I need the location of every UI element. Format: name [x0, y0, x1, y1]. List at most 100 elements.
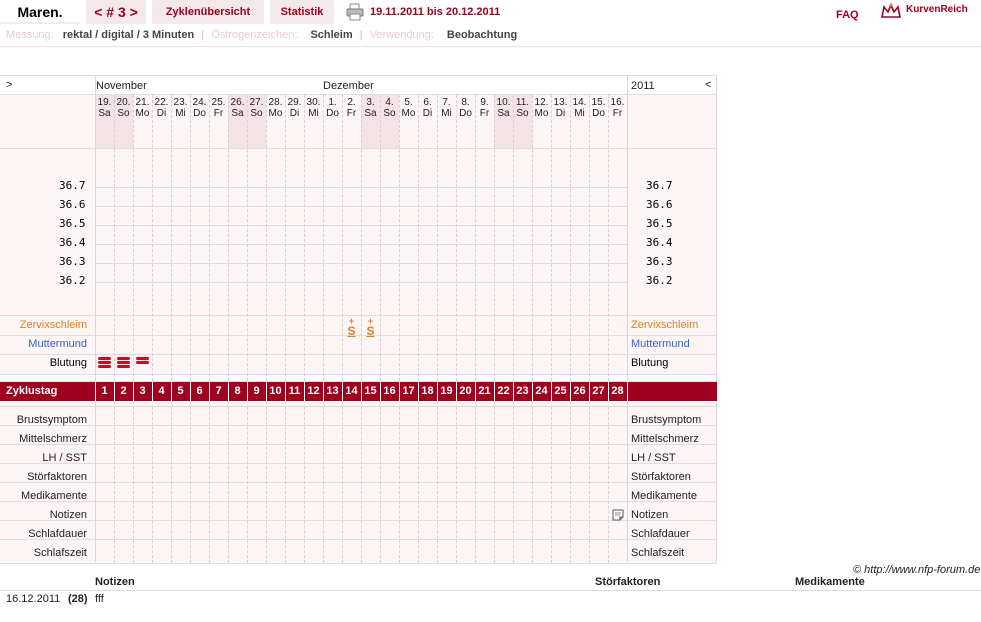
- day-header[interactable]: 1. Do: [323, 97, 342, 119]
- day-header[interactable]: 2. Fr: [342, 97, 361, 119]
- cycle-day-number[interactable]: 19: [437, 382, 456, 401]
- day-header[interactable]: 3. Sa: [361, 97, 380, 119]
- day-header[interactable]: 25. Fr: [209, 97, 228, 119]
- day-header[interactable]: 4. So: [380, 97, 399, 119]
- cycle-day-divider: [456, 382, 457, 401]
- day-header[interactable]: 27. So: [247, 97, 266, 119]
- printer-icon[interactable]: [345, 3, 365, 21]
- day-header[interactable]: 24. Do: [190, 97, 209, 119]
- note-icon[interactable]: [612, 509, 624, 521]
- cycle-day-number[interactable]: 1: [95, 382, 114, 401]
- day-header[interactable]: 7. Mi: [437, 97, 456, 119]
- divider: |: [359, 29, 363, 41]
- cycle-day-number[interactable]: 5: [171, 382, 190, 401]
- weekday: Sa: [497, 108, 510, 119]
- day-column-line: [209, 95, 210, 381]
- day-header[interactable]: 19. Sa: [95, 97, 114, 119]
- weekday: Mo: [401, 108, 416, 119]
- bleeding-mark[interactable]: [98, 361, 111, 364]
- bleeding-mark[interactable]: [98, 357, 111, 360]
- cycle-day-number[interactable]: 16: [380, 382, 399, 401]
- cycle-day-number[interactable]: 3: [133, 382, 152, 401]
- cycle-day-divider: [228, 382, 229, 401]
- day-header[interactable]: 28. Mo: [266, 97, 285, 119]
- bleeding-mark[interactable]: [98, 365, 111, 368]
- cycle-day-number[interactable]: 23: [513, 382, 532, 401]
- cervical-mucus-entry[interactable]: + S: [342, 316, 361, 337]
- day-header[interactable]: 11. So: [513, 97, 532, 119]
- bleeding-label: Blutung: [631, 357, 669, 369]
- day-number: 14.: [572, 97, 587, 108]
- cycle-day-number[interactable]: 11: [285, 382, 304, 401]
- cycle-day-number[interactable]: 10: [266, 382, 285, 401]
- cycle-day-number[interactable]: 20: [456, 382, 475, 401]
- tab-cycle-overview[interactable]: Zyklenübersicht: [152, 0, 264, 24]
- cycle-day-number[interactable]: 22: [494, 382, 513, 401]
- cycle-day-number[interactable]: 24: [532, 382, 551, 401]
- cycle-day-number[interactable]: 9: [247, 382, 266, 401]
- day-header[interactable]: 12. Mo: [532, 97, 551, 119]
- day-header[interactable]: 29. Di: [285, 97, 304, 119]
- cycle-day-number[interactable]: 13: [323, 382, 342, 401]
- day-header[interactable]: 21. Mo: [133, 97, 152, 119]
- temperature-label: 36.2: [646, 274, 673, 287]
- bleeding-mark[interactable]: [117, 357, 130, 360]
- cycle-day-divider: [266, 382, 267, 401]
- day-number: 1.: [328, 97, 337, 108]
- bleeding-mark[interactable]: [136, 361, 149, 364]
- temperature-label: 36.2: [59, 274, 86, 287]
- cycle-day-number[interactable]: 2: [114, 382, 133, 401]
- day-header[interactable]: 26. Sa: [228, 97, 247, 119]
- day-number: 20.: [116, 97, 131, 108]
- brand-name[interactable]: KurvenReich: [906, 0, 968, 20]
- weekday: Sa: [231, 108, 244, 119]
- cycle-day-number[interactable]: 4: [152, 382, 171, 401]
- day-header[interactable]: 14. Mi: [570, 97, 589, 119]
- day-number: 30.: [306, 97, 321, 108]
- weekday: Fr: [479, 108, 490, 119]
- next-cycle-button[interactable]: >: [130, 4, 138, 20]
- day-header[interactable]: 20. So: [114, 97, 133, 119]
- date-range: 19.11.2011 bis 20.12.2011: [370, 6, 501, 18]
- cycle-navigator: < # 3 >: [86, 0, 146, 24]
- bleeding-mark[interactable]: [117, 361, 130, 364]
- cycle-day-number[interactable]: 12: [304, 382, 323, 401]
- bleeding-mark[interactable]: [136, 357, 149, 360]
- cycle-day-number[interactable]: 27: [589, 382, 608, 401]
- day-header[interactable]: 23. Mi: [171, 97, 190, 119]
- weekday: Fr: [346, 108, 357, 119]
- day-header[interactable]: 13. Di: [551, 97, 570, 119]
- cycle-day-number[interactable]: 14: [342, 382, 361, 401]
- cycle-day-number[interactable]: 25: [551, 382, 570, 401]
- cycle-day-number[interactable]: 7: [209, 382, 228, 401]
- cycle-day-number[interactable]: 8: [228, 382, 247, 401]
- day-header[interactable]: 10. Sa: [494, 97, 513, 119]
- day-header[interactable]: 15. Do: [589, 97, 608, 119]
- bleeding-mark[interactable]: [117, 365, 130, 368]
- app-logo[interactable]: Maren.: [0, 0, 80, 24]
- cervical-mucus-entry[interactable]: + S: [361, 316, 380, 337]
- day-header[interactable]: 22. Di: [152, 97, 171, 119]
- day-column-line: [532, 95, 533, 381]
- cycle-day-number[interactable]: 15: [361, 382, 380, 401]
- day-header[interactable]: 5. Mo: [399, 97, 418, 119]
- cycle-day-number[interactable]: 18: [418, 382, 437, 401]
- cycle-day-number[interactable]: 6: [190, 382, 209, 401]
- cycle-day-number[interactable]: 17: [399, 382, 418, 401]
- weekday: Do: [193, 108, 206, 119]
- scroll-right-button[interactable]: <: [705, 79, 711, 91]
- day-header[interactable]: 6. Di: [418, 97, 437, 119]
- cycle-day-number[interactable]: 26: [570, 382, 589, 401]
- day-header[interactable]: 16. Fr: [608, 97, 627, 119]
- tab-statistics[interactable]: Statistik: [270, 0, 334, 24]
- scroll-left-button[interactable]: >: [6, 79, 12, 91]
- day-column-line: [190, 95, 191, 381]
- cycle-day-number[interactable]: 28: [608, 382, 627, 401]
- day-header[interactable]: 30. Mi: [304, 97, 323, 119]
- day-header[interactable]: 9. Fr: [475, 97, 494, 119]
- day-header[interactable]: 8. Do: [456, 97, 475, 119]
- grid-line: [0, 520, 717, 521]
- previous-cycle-button[interactable]: <: [94, 4, 102, 20]
- cycle-day-number[interactable]: 21: [475, 382, 494, 401]
- day-number: 13.: [553, 97, 568, 108]
